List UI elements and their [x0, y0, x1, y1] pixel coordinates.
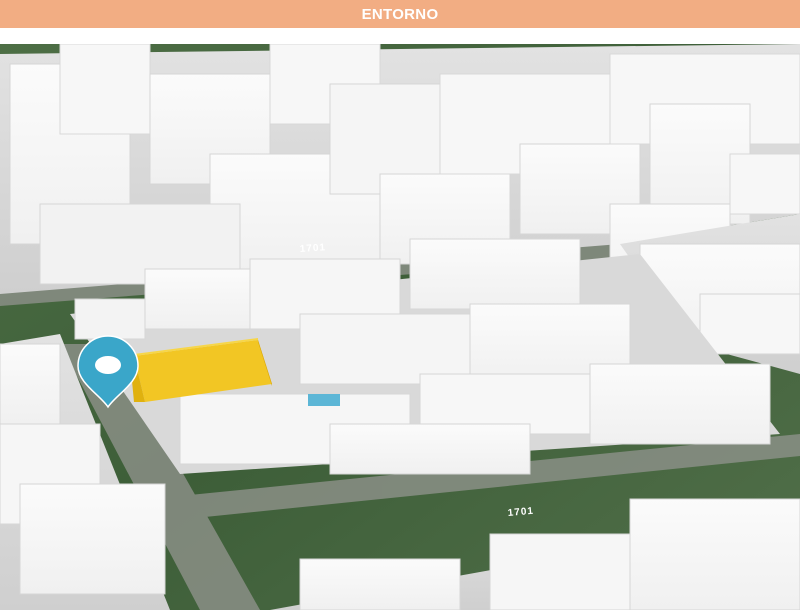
- street-number-label: 1701: [507, 506, 534, 519]
- header-bar: ENTORNO: [0, 0, 800, 28]
- page-title: ENTORNO: [361, 5, 439, 23]
- street-number-label: 1701: [299, 242, 326, 255]
- map-view[interactable]: 1701 1701: [0, 44, 800, 610]
- map-canvas: 1701 1701: [0, 44, 800, 610]
